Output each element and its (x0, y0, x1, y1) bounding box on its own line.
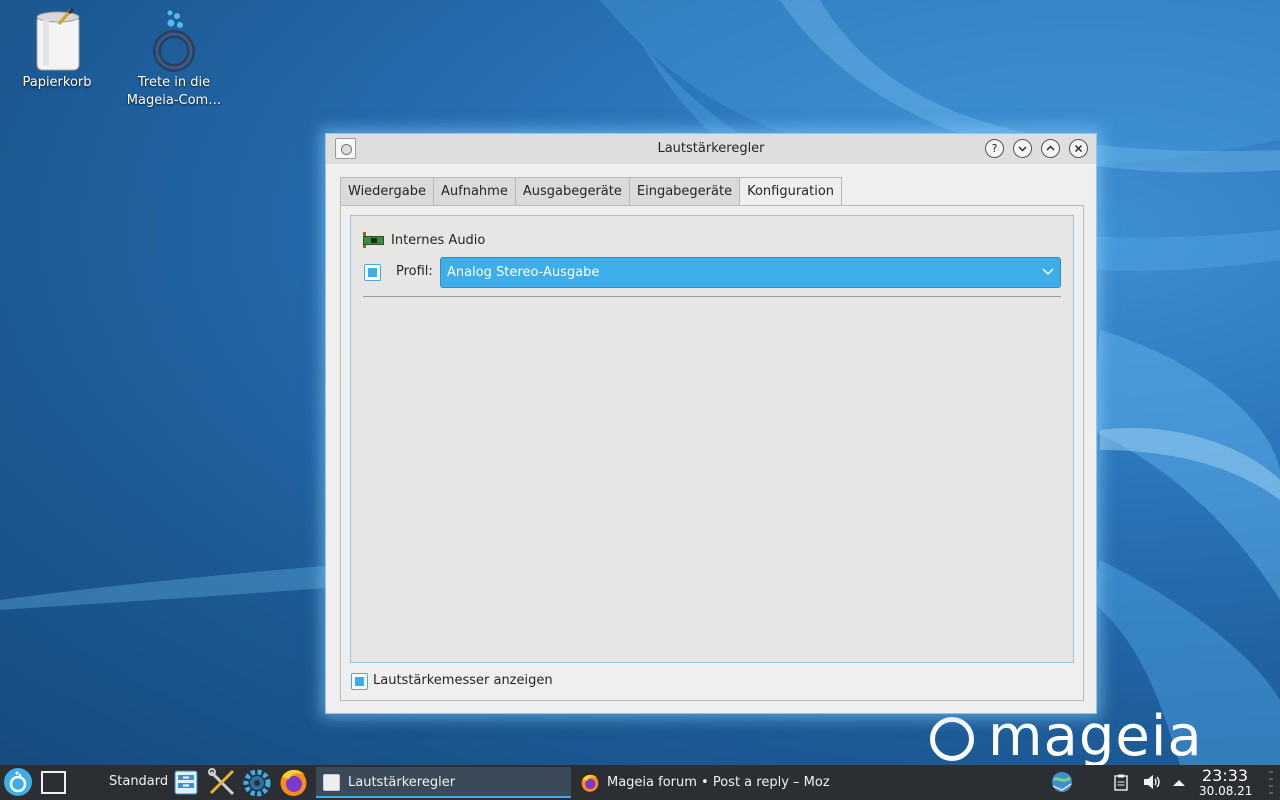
firefox-launcher[interactable] (278, 767, 309, 798)
configuration-panel: Internes Audio Profil: Analog Stereo-Aus… (340, 205, 1084, 701)
sound-card-icon (363, 232, 384, 248)
desktop-icon-trash[interactable]: Papierkorb (7, 7, 107, 92)
tab-ausgabegeraete[interactable]: Ausgabegeräte (514, 177, 629, 206)
profile-checkbox[interactable] (364, 264, 381, 281)
desktop-icon-label: Papierkorb (22, 75, 92, 90)
panel-options-handle[interactable] (1266, 769, 1276, 796)
help-button[interactable]: ? (985, 139, 1004, 158)
volume-control-task-icon (323, 774, 340, 791)
taskbar: Standard Lautstärkeregler Mageia forum •… (0, 765, 1280, 800)
clock-time[interactable]: 23:33 (1202, 766, 1248, 785)
window-titlebar[interactable]: Lautstärkeregler ? (326, 134, 1096, 164)
sound-card-name: Internes Audio (391, 232, 486, 248)
application-launcher-button[interactable] (4, 768, 32, 796)
task-label: Lautstärkeregler (348, 775, 456, 790)
maximize-icon (1046, 145, 1055, 151)
minimize-icon (1018, 146, 1027, 152)
card-list-frame: Internes Audio Profil: Analog Stereo-Aus… (350, 215, 1074, 663)
settings-gear-icon (243, 769, 271, 797)
separator (363, 296, 1061, 297)
task-firefox-forum[interactable]: Mageia forum • Post a reply – Moz… (575, 767, 830, 798)
activity-switcher[interactable]: Standard (109, 774, 168, 789)
sound-card-header: Internes Audio (363, 230, 485, 250)
file-manager-launcher[interactable] (173, 769, 199, 796)
profile-dropdown[interactable]: Analog Stereo-Ausgabe (440, 257, 1061, 288)
panel-handle-icon (1269, 771, 1273, 794)
settings-launcher[interactable] (242, 768, 272, 798)
help-icon: ? (991, 142, 998, 155)
trash-icon (29, 7, 85, 72)
volume-meter-checkbox[interactable] (351, 673, 368, 690)
tray-expand-button[interactable] (1172, 777, 1186, 787)
firefox-task-icon (581, 774, 599, 792)
tab-bar: Wiedergabe Aufnahme Ausgabegeräte Eingab… (340, 177, 843, 207)
application-launcher-icon (9, 771, 27, 793)
volume-icon (1144, 775, 1160, 789)
clipboard-tray-button[interactable] (1114, 774, 1128, 791)
task-label: Mageia forum • Post a reply – Moz… (607, 775, 830, 790)
tray-expand-icon (1173, 780, 1185, 786)
firefox-icon (280, 769, 307, 796)
close-icon (1075, 145, 1082, 152)
profile-row: Profil: Analog Stereo-Ausgabe (363, 257, 1061, 288)
profile-label: Profil: (396, 264, 433, 279)
mageia-ring-icon (930, 717, 974, 761)
tab-wiedergabe[interactable]: Wiedergabe (340, 177, 434, 206)
clock-date[interactable]: 30.08.21 (1199, 784, 1252, 798)
chevron-down-icon (1042, 268, 1054, 276)
desktop-icon-label: Trete in die Mageia-Com… (126, 75, 222, 108)
clipboard-icon (1114, 774, 1128, 791)
maximize-button[interactable] (1041, 139, 1060, 158)
volume-control-window: Lautstärkeregler ? Wiedergabe Aufnahme A… (325, 133, 1097, 714)
mageia-wordmark: mageia (988, 704, 1203, 769)
mageia-community-icon (146, 8, 202, 72)
volume-meter-label: Lautstärkemesser anzeigen (373, 673, 553, 688)
mageia-logo: mageia (930, 708, 1203, 766)
tab-eingabegeraete[interactable]: Eingabegeräte (628, 177, 740, 206)
network-tray-button[interactable] (1050, 770, 1074, 794)
system-tools-launcher[interactable] (207, 768, 237, 797)
volume-tray-button[interactable] (1142, 773, 1162, 791)
network-icon (1052, 772, 1072, 792)
tab-aufnahme[interactable]: Aufnahme (433, 177, 515, 206)
close-button[interactable] (1069, 139, 1088, 158)
desktop-icon-mageia-community[interactable]: Trete in die Mageia-Com… (124, 8, 224, 110)
window-title: Lautstärkeregler (657, 141, 765, 156)
minimize-button[interactable] (1013, 139, 1032, 158)
show-desktop-button[interactable] (41, 771, 66, 794)
tab-konfiguration[interactable]: Konfiguration (739, 177, 843, 207)
system-tools-icon (208, 768, 235, 796)
profile-selected-value: Analog Stereo-Ausgabe (447, 265, 600, 280)
task-volume-control[interactable]: Lautstärkeregler (316, 767, 571, 798)
file-manager-icon (174, 770, 198, 795)
